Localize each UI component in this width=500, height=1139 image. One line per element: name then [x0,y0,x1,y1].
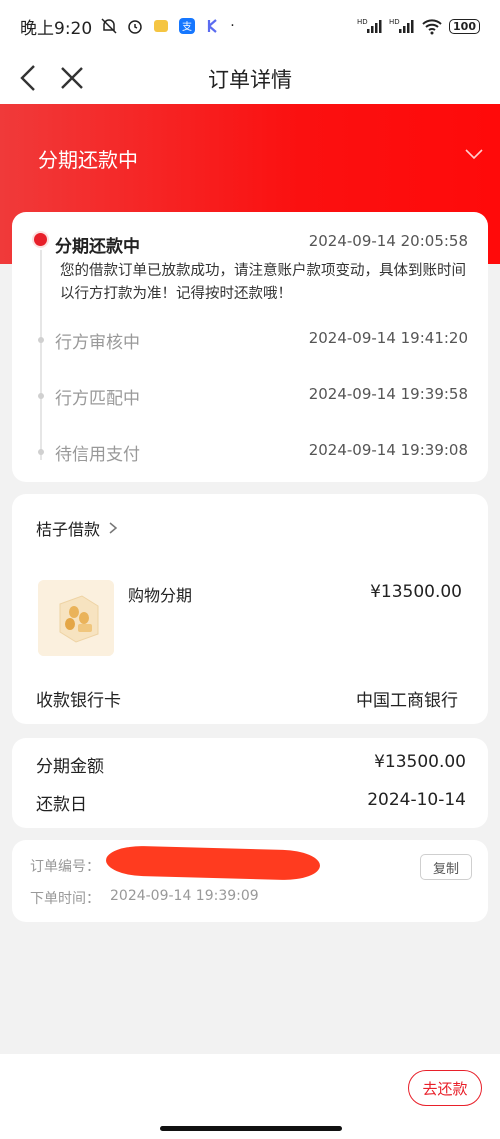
order-time-value: 2024-09-14 19:39:09 [110,888,259,904]
installment-amount-label: 分期金额 [36,757,104,777]
timeline-active-title: 分期还款中 [55,237,140,257]
redaction-mark [105,845,321,881]
timeline-step-time: 2024-09-14 19:41:20 [308,329,468,347]
signal-icon-1: HD [357,18,382,33]
bank-card-value: 中国工商银行 [356,691,458,711]
timeline-dot [38,449,44,455]
product-name: 购物分期 [128,586,193,605]
timeline-dot [38,337,44,343]
back-arrow-icon[interactable] [14,62,46,94]
signal-icon-2: HD [389,18,414,33]
timeline-step-title: 行方匹配中 [55,389,140,409]
merchant-link[interactable]: 桔子借款 [36,516,118,540]
order-info-card: 订单编号： 复制 下单时间： 2024-09-14 19:39:09 [12,840,488,922]
installment-amount-value: ¥13500.00 [374,752,466,772]
app-k-icon [208,19,217,33]
svg-text:HD: HD [389,18,400,26]
close-icon[interactable] [56,62,88,94]
product-thumbnail [38,580,114,656]
timeline-active-time: 2024-09-14 20:05:58 [308,232,468,250]
status-time: 晚上9:20 [20,18,93,39]
banner-status-title: 分期还款中 [38,148,138,172]
timeline-description: 您的借款订单已放款成功，请注意账户款项变动，具体到账时间以行方打款为准！记得按时… [60,263,466,302]
timeline-step-title: 行方审核中 [55,333,140,353]
alipay-icon: 支 [179,18,196,34]
svg-text:HD: HD [357,18,368,26]
alarm-icon [128,20,142,34]
timeline-dot [38,393,44,399]
order-number-label: 订单编号： [30,859,100,875]
repayment-date-row: 还款日 2024-10-14 [36,790,466,815]
more-dot-icon: · [230,18,235,34]
mute-bell-icon [101,18,117,34]
timeline-active-dot [34,233,47,246]
chevron-down-icon[interactable] [464,144,484,164]
repayment-date-label: 还款日 [36,795,87,815]
product-price: ¥13500.00 [370,582,462,602]
amount-card: 分期金额 ¥13500.00 还款日 2024-10-14 [12,738,488,828]
timeline-step-time: 2024-09-14 19:39:08 [308,441,468,459]
product-card: 桔子借款 购物分期 ¥13500.00 收款银行卡 中国工商银行 [12,494,488,724]
home-indicator[interactable] [160,1126,342,1131]
app-notification-icon [154,20,169,32]
timeline-line [40,250,42,460]
repay-button[interactable]: 去还款 [408,1070,482,1106]
timeline-step-time: 2024-09-14 19:39:58 [308,385,468,403]
timeline-step-title: 待信用支付 [55,445,140,465]
copy-button[interactable]: 复制 [420,854,472,880]
status-bar: 晚上9:20 支 · HD HD 100 [0,0,500,52]
chevron-right-icon [109,522,118,534]
wifi-icon [422,19,442,35]
merchant-name: 桔子借款 [36,520,101,539]
nav-bar: 订单详情 [0,52,500,104]
timeline-card: 分期还款中 2024-09-14 20:05:58 您的借款订单已放款成功，请注… [12,212,488,482]
bank-card-label: 收款银行卡 [36,691,121,711]
repayment-date-value: 2024-10-14 [367,790,466,810]
svg-text:支: 支 [182,21,192,33]
battery-indicator: 100 [449,18,480,34]
installment-amount-row: 分期金额 ¥13500.00 [36,752,466,777]
coins-illustration-icon [38,580,114,656]
bottom-action-bar: 去还款 [0,1054,500,1139]
order-time-label: 下单时间： [30,891,100,907]
